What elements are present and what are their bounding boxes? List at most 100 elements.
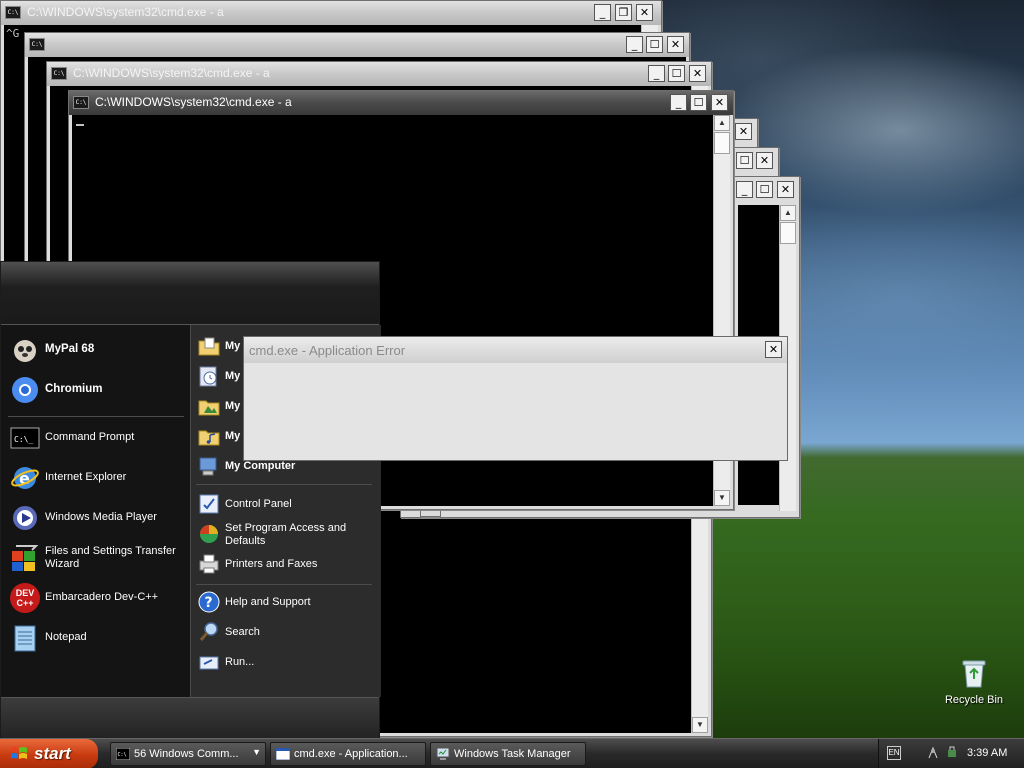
maximize-button[interactable]: ☐ <box>646 36 663 53</box>
scroll-thumb[interactable] <box>714 132 730 154</box>
my-documents-icon <box>198 337 220 356</box>
chromium-icon <box>12 377 38 403</box>
recycle-bin-label: Recycle Bin <box>944 694 1004 706</box>
start-item-label: My <box>225 340 241 352</box>
svg-text:C:\_: C:\_ <box>14 435 33 444</box>
start-item-devcpp[interactable]: DEV C++ Embarcadero Dev-C++ <box>8 582 186 616</box>
maximize-button[interactable]: ☐ <box>668 65 685 82</box>
taskbar-button-error-dialog[interactable]: cmd.exe - Application... <box>270 742 426 766</box>
close-button[interactable]: ✕ <box>667 36 684 53</box>
minimize-button[interactable]: _ <box>594 4 611 21</box>
start-menu-footer <box>1 697 379 739</box>
minimize-button[interactable]: _ <box>626 36 643 53</box>
cmd-icon: C:\ <box>116 748 130 760</box>
scroll-up-arrow[interactable]: ▲ <box>714 115 730 131</box>
media-player-icon <box>13 506 37 530</box>
window-title: C:\WINDOWS\system32\cmd.exe - a <box>27 5 224 19</box>
close-button[interactable]: ✕ <box>735 123 752 140</box>
program-access-icon <box>200 525 218 543</box>
start-item-label: Embarcadero Dev-C++ <box>45 591 159 603</box>
recycle-bin[interactable]: Recycle Bin <box>940 656 1008 712</box>
taskbar: start C:\ 56 Windows Comm... ▼ cmd.exe -… <box>0 738 1024 768</box>
title-bar[interactable]: C:\ C:\WINDOWS\system32\cmd.exe - a _ ☐ … <box>47 62 711 86</box>
my-recent-documents-icon <box>199 366 217 387</box>
start-item-label: Command Prompt <box>45 431 135 443</box>
title-bar[interactable]: C:\ _ ☐ ✕ <box>25 33 689 57</box>
start-item-internet-explorer[interactable]: e Internet Explorer <box>8 462 186 496</box>
clock[interactable]: 3:39 AM <box>967 747 1007 759</box>
my-music-icon <box>198 430 220 446</box>
title-bar[interactable]: C:\ C:\WINDOWS\system32\cmd.exe - a _ ❐ … <box>1 1 661 25</box>
notepad-icon <box>14 625 36 652</box>
search-icon <box>199 622 218 641</box>
taskbar-button-label: Windows Task Manager <box>454 748 571 760</box>
start-item-notepad[interactable]: Notepad <box>8 622 186 656</box>
start-button[interactable]: start <box>0 739 98 768</box>
taskbar-button-label: 56 Windows Comm... <box>134 748 239 760</box>
start-item-chromium[interactable]: Chromium <box>8 374 186 408</box>
close-button[interactable]: ✕ <box>765 341 782 358</box>
devcpp-icon: DEV C++ <box>10 583 40 613</box>
taskbar-button-label: cmd.exe - Application... <box>294 748 408 760</box>
start-item-label: Set Program Access and Defaults <box>225 522 347 547</box>
language-indicator[interactable]: EN <box>887 746 901 760</box>
start-item-mypal[interactable]: MyPal 68 <box>8 334 186 368</box>
my-computer-icon <box>199 457 217 476</box>
minimize-button[interactable]: _ <box>648 65 665 82</box>
separator <box>196 584 372 585</box>
start-item-run[interactable]: Run... <box>196 649 376 677</box>
maximize-button[interactable]: ☐ <box>736 152 753 169</box>
scroll-thumb[interactable] <box>780 222 796 244</box>
start-item-label: Run... <box>225 656 255 668</box>
start-item-label: Chromium <box>45 383 103 395</box>
start-item-program-access[interactable]: Set Program Access and Defaults <box>196 521 376 549</box>
svg-text:?: ? <box>205 595 213 611</box>
start-item-label: My <box>225 400 241 412</box>
window-icon <box>276 748 290 760</box>
minimize-button[interactable]: _ <box>670 94 687 111</box>
scroll-down-arrow[interactable]: ▼ <box>714 490 730 506</box>
scroll-down-arrow[interactable]: ▼ <box>692 717 708 733</box>
close-button[interactable]: ✕ <box>756 152 773 169</box>
start-item-label: My <box>225 370 241 382</box>
start-item-transfer-wizard[interactable]: Files and Settings Transfer Wizard <box>8 542 186 576</box>
network-icon[interactable] <box>927 746 941 760</box>
svg-text:C:\: C:\ <box>118 752 127 758</box>
close-button[interactable]: ✕ <box>777 181 794 198</box>
separator <box>8 416 184 417</box>
internet-explorer-icon: e <box>11 467 39 489</box>
start-item-label: Windows Media Player <box>45 511 157 523</box>
start-item-command-prompt[interactable]: C:\_ Command Prompt <box>8 422 186 456</box>
minimize-button[interactable]: _ <box>736 181 753 198</box>
safely-remove-icon[interactable] <box>945 746 959 760</box>
transfer-wizard-icon <box>12 545 39 571</box>
close-button[interactable]: ✕ <box>711 94 728 111</box>
start-item-search[interactable]: Search <box>196 619 376 647</box>
start-menu-header <box>1 262 379 325</box>
dialog-title-bar[interactable]: cmd.exe - Application Error ✕ <box>244 337 787 363</box>
windows-flag-icon <box>11 747 27 759</box>
start-item-label: Control Panel <box>225 498 292 510</box>
close-button[interactable]: ✕ <box>636 4 653 21</box>
application-error-dialog[interactable]: cmd.exe - Application Error ✕ <box>243 336 788 461</box>
start-item-control-panel[interactable]: Control Panel <box>196 491 376 519</box>
start-item-printers[interactable]: Printers and Faxes <box>196 551 376 579</box>
start-item-label: Search <box>225 626 260 638</box>
maximize-button[interactable]: ☐ <box>690 94 707 111</box>
restore-button[interactable]: ❐ <box>615 4 632 21</box>
maximize-button[interactable]: ☐ <box>756 181 773 198</box>
window-title: C:\WINDOWS\system32\cmd.exe - a <box>73 66 270 80</box>
my-pictures-icon <box>198 400 220 416</box>
help-icon: ? <box>198 591 220 613</box>
taskbar-button-task-manager[interactable]: Windows Task Manager <box>430 742 586 766</box>
close-button[interactable]: ✕ <box>689 65 706 82</box>
start-item-help[interactable]: ? Help and Support <box>196 589 376 617</box>
scroll-up-arrow[interactable]: ▲ <box>780 205 796 221</box>
start-item-label: Printers and Faxes <box>225 558 318 570</box>
taskbar-button-cmd-group[interactable]: C:\ 56 Windows Comm... ▼ <box>110 742 266 766</box>
start-item-label: Notepad <box>45 631 87 643</box>
chevron-down-icon: ▼ <box>252 747 261 757</box>
title-bar[interactable]: C:\ C:\WINDOWS\system32\cmd.exe - a _ ☐ … <box>69 91 733 115</box>
console-cursor <box>76 124 84 126</box>
start-item-media-player[interactable]: Windows Media Player <box>8 502 186 536</box>
